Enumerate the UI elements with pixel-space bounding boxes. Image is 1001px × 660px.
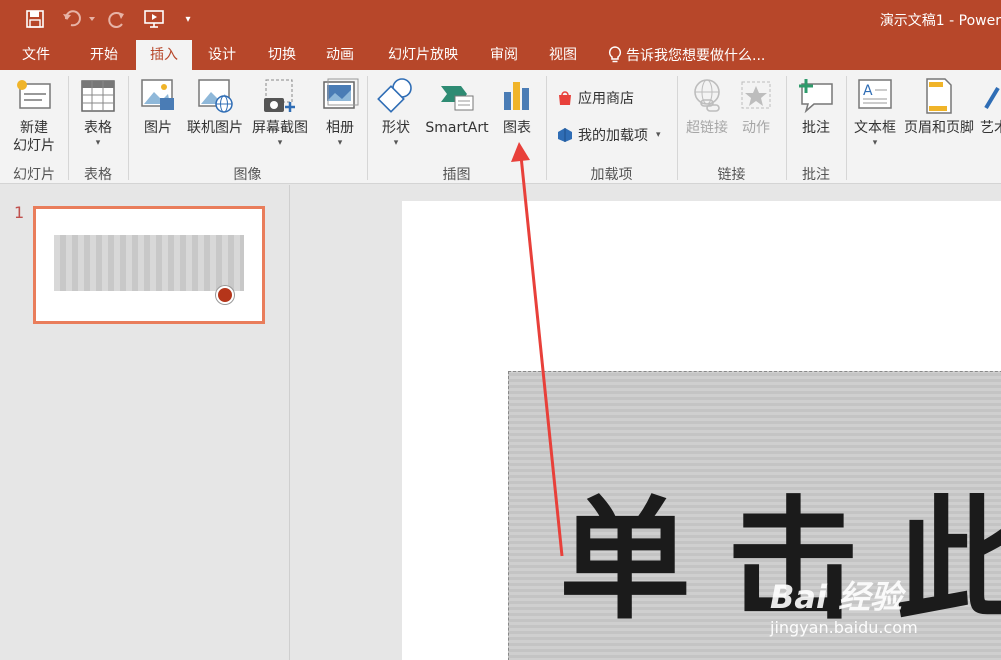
header-footer-label: 页眉和页脚: [904, 120, 974, 136]
tell-me-text: 告诉我您想要做什么...: [626, 48, 766, 64]
tab-animations[interactable]: 动画: [312, 40, 368, 70]
customize-qat-icon[interactable]: ▾: [178, 6, 198, 32]
action-label: 动作: [742, 120, 770, 136]
store-button[interactable]: 应用商店: [556, 88, 634, 108]
addins-icon: [556, 126, 574, 144]
picture-icon: [138, 76, 178, 116]
hyperlink-button[interactable]: 超链接: [682, 76, 732, 137]
screenshot-label: 屏幕截图: [252, 120, 308, 136]
slide-thumbnail-pane: 1: [0, 185, 290, 660]
title-bar: ▾ 演示文稿1 - Power: [0, 0, 1001, 40]
chevron-down-icon: ▾: [872, 138, 878, 148]
slide-canvas[interactable]: 单击此处: [402, 201, 1001, 660]
album-label: 相册: [326, 120, 354, 136]
chart-label: 图表: [503, 120, 531, 136]
action-icon: [736, 76, 776, 116]
table-label: 表格: [84, 120, 112, 136]
textbox-button[interactable]: A 文本框 ▾: [850, 76, 900, 149]
wordart-button[interactable]: 艺术: [980, 76, 1001, 137]
wordart-icon: [980, 76, 1001, 116]
chevron-down-icon: ▾: [277, 138, 283, 148]
start-from-beginning-icon[interactable]: [140, 6, 168, 32]
group-label-slides: 幻灯片: [13, 167, 55, 183]
picture-button[interactable]: 图片: [136, 76, 180, 137]
action-button[interactable]: 动作: [734, 76, 778, 137]
comment-button[interactable]: 批注: [792, 76, 840, 137]
group-label-illustrations: 插图: [442, 167, 471, 183]
store-label: 应用商店: [578, 91, 634, 107]
chart-button[interactable]: 图表: [494, 76, 540, 137]
tab-file[interactable]: 文件: [8, 40, 64, 70]
screenshot-button[interactable]: 屏幕截图 ▾: [248, 76, 312, 149]
svg-text:A: A: [863, 83, 873, 99]
shapes-button[interactable]: 形状 ▾: [372, 76, 420, 149]
tab-design[interactable]: 设计: [194, 40, 250, 70]
redo-icon[interactable]: [104, 6, 130, 32]
tab-view[interactable]: 视图: [535, 40, 591, 70]
new-slide-button[interactable]: 新建 幻灯片: [4, 76, 64, 155]
wordart-label: 艺术: [980, 120, 1001, 136]
new-slide-label-2: 幻灯片: [13, 138, 55, 154]
slide-number: 1: [14, 203, 25, 222]
shapes-icon: [376, 76, 416, 116]
my-addins-button[interactable]: 我的加载项 ▾: [556, 125, 661, 145]
slide-thumbnail[interactable]: [33, 206, 265, 324]
undo-icon[interactable]: [60, 6, 98, 32]
chevron-down-icon: ▾: [337, 138, 343, 148]
tab-slideshow[interactable]: 幻灯片放映: [378, 40, 468, 70]
group-separator: [846, 76, 847, 180]
online-picture-label: 联机图片: [187, 120, 243, 136]
shapes-label: 形状: [382, 120, 410, 136]
table-button[interactable]: 表格 ▾: [74, 76, 122, 149]
new-slide-label-1: 新建: [20, 120, 48, 136]
header-footer-button[interactable]: 页眉和页脚: [900, 76, 978, 137]
thumbnail-placeholder: [54, 235, 244, 291]
record-indicator-icon: [216, 286, 234, 304]
tab-transitions[interactable]: 切换: [254, 40, 310, 70]
header-footer-icon: [919, 76, 959, 116]
album-icon: [320, 76, 360, 116]
textbox-icon: A: [855, 76, 895, 116]
screenshot-icon: [260, 76, 300, 116]
smartart-icon: [437, 76, 477, 116]
save-icon[interactable]: [22, 6, 48, 32]
group-separator: [68, 76, 69, 180]
store-icon: [556, 89, 574, 107]
group-label-images: 图像: [233, 167, 262, 183]
chart-icon: [497, 76, 537, 116]
hyperlink-icon: [687, 76, 727, 116]
chevron-down-icon: ▾: [95, 138, 101, 148]
window-title: 演示文稿1 - Power: [879, 13, 1001, 29]
tell-me-box[interactable]: 告诉我您想要做什么...: [608, 40, 765, 70]
group-label-addins: 加载项: [590, 167, 633, 183]
chevron-down-icon: ▾: [393, 138, 399, 148]
smartart-button[interactable]: SmartArt: [422, 76, 492, 137]
picture-label: 图片: [144, 120, 172, 136]
group-label-comments: 批注: [802, 167, 830, 183]
my-addins-label: 我的加载项: [578, 128, 648, 144]
lightbulb-icon: [608, 46, 622, 64]
comment-label: 批注: [802, 120, 830, 136]
tab-insert[interactable]: 插入: [136, 40, 192, 70]
title-placeholder[interactable]: 单击此处: [508, 371, 1001, 660]
ribbon-tabs: 文件 开始 插入 设计 切换 动画 幻灯片放映 审阅 视图 告诉我您想要做什么.…: [0, 40, 1001, 70]
hyperlink-label: 超链接: [686, 120, 728, 136]
chevron-down-icon: ▾: [656, 130, 661, 140]
placeholder-text: 单击此处: [559, 484, 1001, 638]
online-picture-icon: [195, 76, 235, 116]
smartart-label: SmartArt: [425, 120, 489, 136]
slide-edit-pane: 单击此处: [291, 185, 1001, 660]
group-label-links: 链接: [717, 167, 746, 183]
new-slide-icon: [14, 76, 54, 116]
textbox-label: 文本框: [854, 120, 896, 136]
table-icon: [78, 76, 118, 116]
comment-icon: [796, 76, 836, 116]
tab-home[interactable]: 开始: [76, 40, 132, 70]
ribbon: 新建 幻灯片 表格 ▾ 图片 联机图片 屏幕截图 ▾ 相册 ▾ 形状 ▾ Sma…: [0, 70, 1001, 184]
group-label-tables: 表格: [84, 167, 112, 183]
online-picture-button[interactable]: 联机图片: [184, 76, 246, 137]
tab-review[interactable]: 审阅: [476, 40, 532, 70]
album-button[interactable]: 相册 ▾: [316, 76, 364, 149]
